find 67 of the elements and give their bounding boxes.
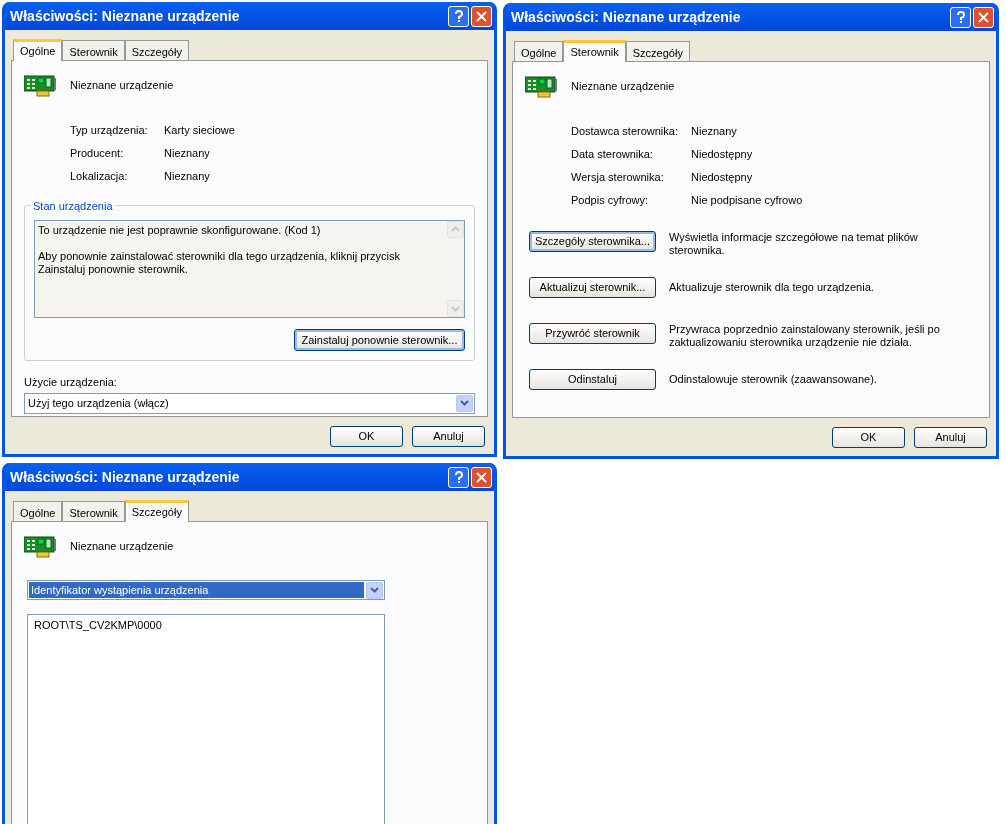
tab[interactable]: Ogólne — [13, 501, 63, 521]
property-value: Niedostępny — [691, 170, 753, 185]
close-icon — [978, 11, 989, 23]
window-title: Właściwości: Nieznane urządzenie — [511, 7, 742, 27]
usage-dropdown[interactable]: Użyj tego urządzenia (włącz) — [24, 392, 475, 414]
property-value: Nie podpisane cyfrowo — [691, 193, 803, 208]
property-dropdown[interactable]: Identyfikator wystąpienia urządzenia — [27, 580, 385, 600]
button[interactable]: Zainstaluj ponownie sterownik... — [294, 329, 465, 351]
dropdown-button[interactable] — [366, 581, 383, 599]
network-card-icon — [24, 75, 56, 97]
property-label: Dostawca sterownika: — [571, 124, 679, 139]
dropdown-button[interactable] — [456, 394, 473, 412]
property-label: Data sterownika: — [571, 147, 654, 162]
close-icon — [476, 471, 487, 483]
button[interactable]: Anuluj — [914, 427, 987, 448]
tab[interactable]: Ogólne — [514, 41, 564, 61]
help-icon — [453, 9, 464, 23]
action-description: Odinstalowuje sterownik (zaawansowane). — [669, 373, 878, 386]
property-label: Producent: — [70, 146, 125, 161]
field-label: Użycie urządzenia: — [24, 375, 118, 390]
button[interactable]: OK — [832, 427, 905, 448]
help-button[interactable] — [448, 5, 469, 27]
property-value: Nieznany — [691, 124, 737, 139]
button[interactable]: Anuluj — [412, 426, 485, 447]
tab[interactable]: Sterownik — [62, 40, 125, 60]
tab[interactable]: Sterownik — [62, 501, 125, 521]
button[interactable]: OK — [330, 426, 403, 447]
tab[interactable]: Szczegóły — [124, 500, 189, 522]
button[interactable]: Przywróć sterownik — [529, 323, 656, 344]
property-value: Karty sieciowe — [164, 123, 235, 138]
button[interactable]: Odinstaluj — [529, 369, 656, 390]
help-button[interactable] — [950, 6, 971, 28]
tab[interactable]: Ogólne — [13, 39, 63, 61]
button[interactable]: Szczegóły sterownika... — [529, 231, 656, 252]
property-value: Niedostępny — [691, 147, 753, 162]
property-label: Wersja sterownika: — [571, 170, 665, 185]
chevron-down-icon — [460, 400, 469, 406]
window-title: Właściwości: Nieznane urządzenie — [10, 6, 241, 26]
close-button[interactable] — [471, 466, 492, 488]
tab[interactable]: Szczegóły — [625, 41, 690, 61]
property-label: Lokalizacja: — [70, 169, 129, 184]
property-label: Typ urządzenia: — [70, 123, 149, 138]
action-description: Przywraca poprzednio zainstalowany sterownik, jeśli po zaktualizowaniu sterownika urządzenie nie działa. — [669, 323, 941, 349]
action-description: Wyświetla informacje szczegółowe na temat plików sterownika. — [669, 231, 919, 257]
close-icon — [476, 10, 487, 22]
network-card-icon — [525, 76, 557, 98]
button[interactable]: Aktualizuj sterownik... — [529, 277, 656, 298]
help-icon — [453, 470, 464, 484]
network-card-icon — [24, 536, 56, 558]
status-message: To urządzenie nie jest poprawnie skonfigurowane. (Kod 1) — [38, 224, 322, 237]
close-button[interactable] — [471, 5, 492, 27]
help-button[interactable] — [448, 466, 469, 488]
status-message: Aby ponownie zainstalować sterowniki dla tego urządzenia, kliknij przycisk Zainstaluj ponownie sterownik. — [38, 250, 401, 276]
action-description: Aktualizuje sterownik dla tego urządzenia. — [669, 281, 875, 294]
property-value: Nieznany — [164, 146, 210, 161]
tab[interactable]: Sterownik — [563, 40, 626, 62]
window-title: Właściwości: Nieznane urządzenie — [10, 467, 241, 487]
close-button[interactable] — [973, 6, 994, 28]
property-label: Podpis cyfrowy: — [571, 193, 650, 208]
chevron-down-icon — [370, 587, 379, 593]
list-item[interactable]: ROOT\TS_CV2KMP\0000 — [34, 617, 378, 634]
device-name: Nieznane urządzenie — [70, 78, 174, 93]
device-name: Nieznane urządzenie — [70, 539, 174, 554]
help-icon — [955, 10, 966, 24]
tab[interactable]: Szczegóły — [124, 40, 189, 60]
device-name: Nieznane urządzenie — [571, 79, 675, 94]
property-value: Nieznany — [164, 169, 210, 184]
